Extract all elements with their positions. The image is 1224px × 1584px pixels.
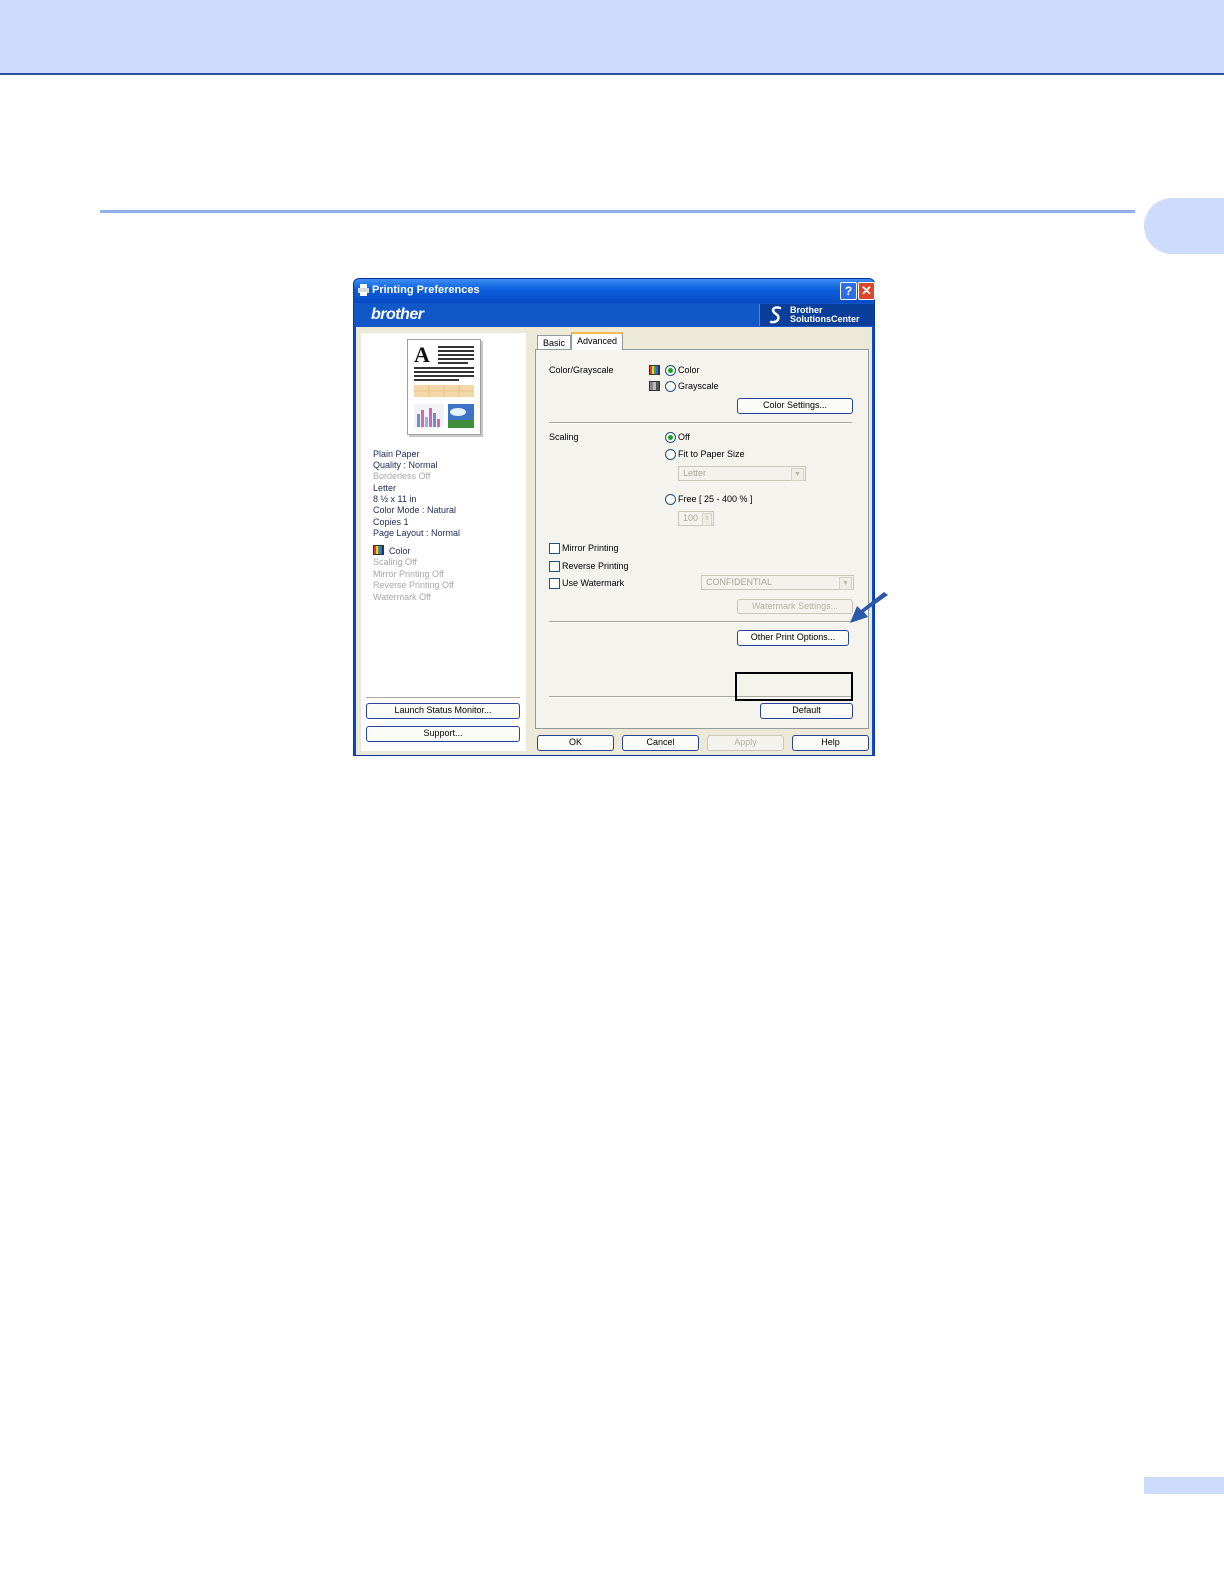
highlight-frame <box>735 672 853 701</box>
use-watermark-label: Use Watermark <box>562 578 625 588</box>
dialog-title: Printing Preferences <box>372 284 480 296</box>
support-button[interactable]: Support... <box>366 726 520 742</box>
grayscale-radio-label: Grayscale <box>678 381 719 391</box>
help-button[interactable]: Help <box>792 735 869 751</box>
fit-to-paper-radio[interactable] <box>665 449 676 460</box>
default-button[interactable]: Default <box>760 703 853 719</box>
watermark-summary: Watermark Off <box>373 592 432 602</box>
fit-to-paper-label: Fit to Paper Size <box>678 449 745 459</box>
watermark-settings-button[interactable]: Watermark Settings... <box>737 599 853 614</box>
quality: Quality : Normal <box>373 460 438 470</box>
chevron-down-icon: ▼ <box>839 577 852 590</box>
color-mode: Color Mode : Natural <box>373 505 457 515</box>
tab-basic[interactable]: Basic <box>537 335 571 349</box>
mirror-printing-label: Mirror Printing <box>562 543 619 553</box>
apply-button[interactable]: Apply <box>707 735 784 751</box>
use-watermark-checkbox[interactable] <box>549 578 560 589</box>
svg-text:A: A <box>414 342 430 367</box>
page-header-band <box>0 0 1224 75</box>
reverse-printing-checkbox[interactable] <box>549 561 560 572</box>
mirror-printing-checkbox[interactable] <box>549 543 560 554</box>
cancel-button[interactable]: Cancel <box>622 735 699 751</box>
section-rule <box>100 210 1135 213</box>
scaling-summary: Scaling Off <box>373 557 417 567</box>
printing-preferences-dialog: Printing Preferences ? ✕ brother Brother… <box>353 278 875 756</box>
brand-bar: brother Brother SolutionsCenter <box>354 303 874 327</box>
color-radio[interactable] <box>665 365 676 376</box>
page-layout: Page Layout : Normal <box>373 528 461 538</box>
paper-size: Letter <box>373 483 397 493</box>
solutions-center-label: Brother SolutionsCenter <box>790 305 860 324</box>
close-icon[interactable]: ✕ <box>858 282 875 300</box>
separator <box>549 422 852 423</box>
free-scaling-radio[interactable] <box>665 494 676 505</box>
tab-advanced[interactable]: Advanced <box>571 332 623 350</box>
help-icon[interactable]: ? <box>840 282 857 300</box>
chapter-tab-marker <box>1144 198 1224 254</box>
page-preview: A <box>407 339 481 435</box>
title-bar[interactable]: Printing Preferences ? ✕ <box>354 279 875 303</box>
free-scaling-stepper[interactable]: 100 ⇕ <box>678 511 714 526</box>
ok-button[interactable]: OK <box>537 735 614 751</box>
reverse-printing-label: Reverse Printing <box>562 561 629 571</box>
preview-graphic: A <box>414 342 474 428</box>
printer-icon <box>358 284 369 296</box>
settings-summary-panel: A Plain Paper Quality: Normal Borderles… <box>361 333 526 751</box>
mirror-summary: Mirror Printing Off <box>373 569 444 579</box>
paper-size-select[interactable]: Letter ▼ <box>678 466 806 481</box>
left-separator <box>366 697 520 698</box>
dialog-body: A Plain Paper Quality: Normal Borderles… <box>356 327 872 755</box>
free-scaling-label: Free [ 25 - 400 % ] <box>678 494 753 504</box>
brother-logo: brother <box>371 306 424 323</box>
solutions-center-button[interactable]: Brother SolutionsCenter <box>759 304 874 326</box>
color-grayscale-label: Color/Grayscale <box>549 365 614 375</box>
scaling-off-radio[interactable] <box>665 432 676 443</box>
scaling-off-label: Off <box>678 432 690 442</box>
color-settings-button[interactable]: Color Settings... <box>737 398 853 414</box>
color-summary: Color <box>389 546 411 556</box>
grayscale-radio[interactable] <box>665 381 676 392</box>
borderless: Borderless Off <box>373 471 431 481</box>
grayscale-icon <box>649 381 660 391</box>
scaling-label: Scaling <box>549 432 579 442</box>
separator <box>549 621 852 622</box>
color-radio-label: Color <box>678 365 700 375</box>
color-mode-icon <box>649 365 660 375</box>
color-icon <box>373 545 384 555</box>
chevron-down-icon: ▼ <box>791 468 804 481</box>
paper-type: Plain Paper <box>373 449 420 459</box>
other-print-options-button[interactable]: Other Print Options... <box>737 630 849 646</box>
spinner-icon: ⇕ <box>702 513 712 526</box>
paper-dimensions: 8 ½ x 11 in <box>373 494 417 504</box>
copies: Copies 1 <box>373 517 409 527</box>
watermark-select[interactable]: CONFIDENTIAL ▼ <box>701 575 854 590</box>
launch-status-monitor-button[interactable]: Launch Status Monitor... <box>366 703 520 719</box>
reverse-summary: Reverse Printing Off <box>373 580 454 590</box>
swirl-icon <box>769 306 782 324</box>
pointer-arrow-icon <box>850 592 888 623</box>
page-number-box <box>1144 1477 1224 1494</box>
